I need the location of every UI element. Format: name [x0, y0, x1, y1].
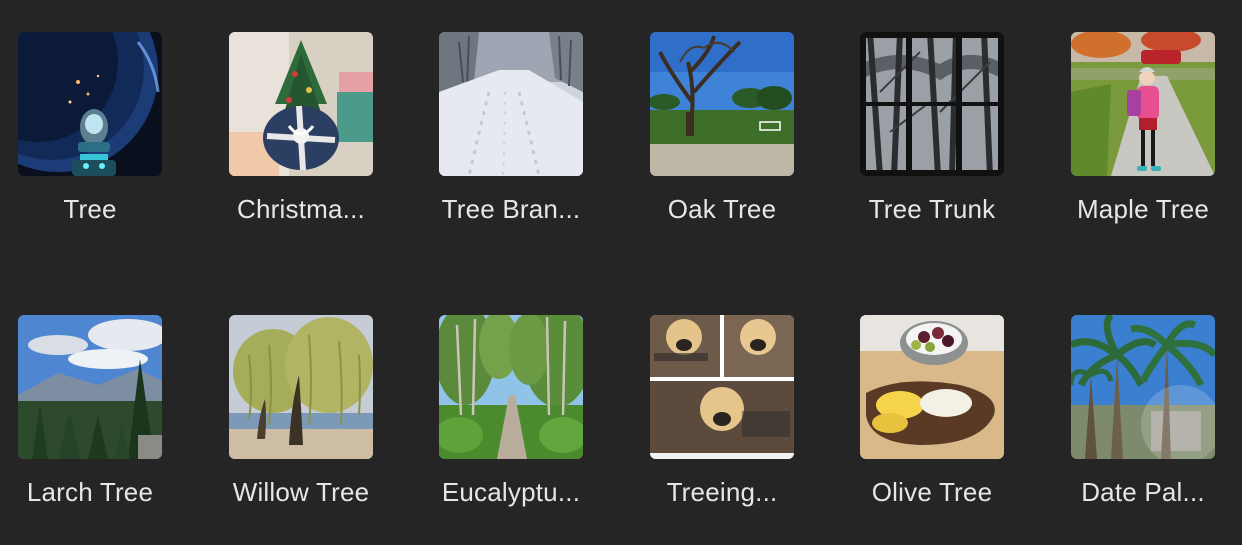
earth-space-robot-image[interactable]	[18, 32, 162, 176]
grid-item-larch-tree[interactable]: Larch Tree	[0, 315, 180, 545]
item-label: Larch Tree	[26, 477, 154, 507]
christmas-tree-gift-image[interactable]	[229, 32, 373, 176]
item-label: Date Pal...	[1081, 477, 1205, 507]
item-label: Tree Trunk	[868, 194, 996, 224]
willow-beach-image[interactable]	[229, 315, 373, 459]
eucalyptus-path-image[interactable]	[439, 315, 583, 459]
photo-grid: Tree Christma... Tree Bran... Oak Tree T…	[0, 0, 1242, 524]
item-label: Tree	[63, 194, 117, 224]
snowy-path-image[interactable]	[439, 32, 583, 176]
girl-sidewalk-autumn-image[interactable]	[1071, 32, 1215, 176]
grid-item-willow-tree[interactable]: Willow Tree	[211, 315, 391, 545]
grid-item-christmas[interactable]: Christma...	[211, 32, 391, 262]
grid-item-tree-trunk[interactable]: Tree Trunk	[842, 32, 1022, 262]
grid-item-olive-tree[interactable]: Olive Tree	[842, 315, 1022, 545]
mountain-conifers-image[interactable]	[18, 315, 162, 459]
item-label: Treeing...	[666, 477, 778, 507]
grid-item-maple-tree[interactable]: Maple Tree	[1053, 32, 1233, 262]
grid-item-oak-tree[interactable]: Oak Tree	[632, 32, 812, 262]
olives-bread-eggs-image[interactable]	[860, 315, 1004, 459]
grid-item-tree-branch[interactable]: Tree Bran...	[421, 32, 601, 262]
oak-tree-field-image[interactable]	[650, 32, 794, 176]
item-label: Oak Tree	[667, 194, 777, 224]
item-label: Maple Tree	[1076, 194, 1210, 224]
item-label: Willow Tree	[232, 477, 370, 507]
dog-meme-image[interactable]	[650, 315, 794, 459]
window-trees-image[interactable]	[860, 32, 1004, 176]
grid-item-date-palm[interactable]: Date Pal...	[1053, 315, 1233, 545]
item-label: Tree Bran...	[441, 194, 581, 224]
item-label: Olive Tree	[871, 477, 993, 507]
grid-item-tree[interactable]: Tree	[0, 32, 180, 262]
item-label: Eucalyptu...	[441, 477, 581, 507]
grid-item-treeing[interactable]: Treeing...	[632, 315, 812, 545]
item-label: Christma...	[237, 194, 365, 224]
palm-trees-image[interactable]	[1071, 315, 1215, 459]
grid-item-eucalyptus[interactable]: Eucalyptu...	[421, 315, 601, 545]
